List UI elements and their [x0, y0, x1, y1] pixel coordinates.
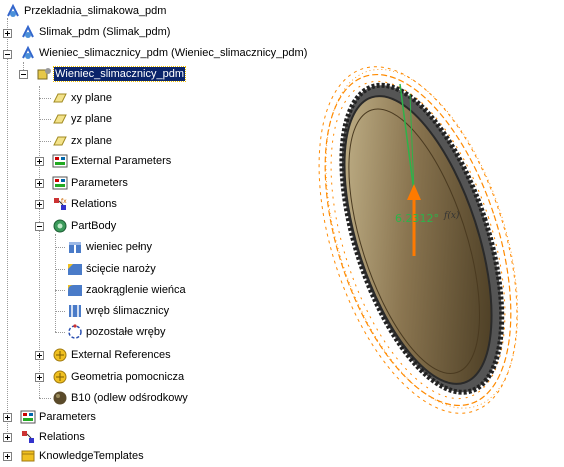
tree-node-label: External Parameters [71, 155, 172, 167]
product-icon [20, 45, 36, 61]
tree-node-yz-plane[interactable]: yz plane [52, 110, 113, 128]
tree-node-wieniec-part[interactable]: Wieniec_slimacznicy_pdm [36, 65, 186, 83]
tree-node-label: Parameters [71, 177, 128, 189]
pad-icon [67, 239, 83, 255]
parameters-icon [52, 153, 68, 169]
tree-branch-line [55, 311, 65, 312]
circular-pattern-icon [67, 324, 83, 340]
tree-node-label: Relations [39, 431, 85, 443]
tree-node-label: wręb ślimacznicy [86, 305, 170, 317]
expand-toggle-root-parameters[interactable] [3, 413, 12, 422]
tree-node-xy-plane[interactable]: xy plane [52, 89, 113, 107]
knowledge-templates-icon [20, 448, 36, 464]
tree-node-knowledge-templates[interactable]: KnowledgeTemplates [20, 447, 145, 465]
tree-node-label: xy plane [71, 92, 112, 104]
formula-indicator[interactable]: f(x) [443, 210, 460, 221]
material-icon [52, 390, 68, 406]
tree-node-relations[interactable]: fx Relations [52, 195, 118, 213]
tree-node-label: Parameters [39, 411, 96, 423]
relations-icon [20, 429, 36, 445]
tree-node-root-relations[interactable]: Relations [20, 428, 86, 446]
part-icon [36, 66, 52, 82]
tree-node-label: pozostałe wręby [86, 326, 166, 338]
product-icon [20, 24, 36, 40]
tree-node-groove[interactable]: wręb ślimacznicy [67, 302, 170, 320]
tree-node-label: PartBody [71, 220, 117, 232]
expand-toggle-geometria[interactable] [35, 373, 44, 382]
tree-node-label: B10 (odlew odśrodkowy [71, 392, 188, 404]
parameters-icon [52, 175, 68, 191]
plane-icon [52, 111, 68, 127]
tree-node-material[interactable]: B10 (odlew odśrodkowy [52, 389, 189, 407]
tree-branch-line [55, 332, 65, 333]
tree-node-external-parameters[interactable]: External Parameters [52, 152, 172, 170]
tree-node-label-selected: Wieniec_slimacznicy_pdm [53, 66, 186, 82]
tree-node-label: yz plane [71, 113, 112, 125]
tree-branch-line [55, 269, 65, 270]
expand-toggle-knowledge-templates[interactable] [3, 452, 12, 461]
tree-node-chamfer[interactable]: ścięcie naroży [67, 260, 157, 278]
expand-toggle-parameters[interactable] [35, 179, 44, 188]
chamfer-icon [67, 261, 83, 277]
tree-node-geometrical-set[interactable]: Geometria pomocnicza [52, 368, 185, 386]
tree-branch-line [39, 119, 51, 120]
tree-node-root-parameters[interactable]: Parameters [20, 408, 97, 426]
tree-branch-line [55, 290, 65, 291]
tree-node-label: zaokrąglenie wieńca [86, 284, 186, 296]
tree-node-label: ścięcie naroży [86, 263, 156, 275]
tree-node-label: wieniec pełny [86, 241, 153, 253]
tree-node-root-product[interactable]: Przekladnia_slimakowa_pdm [5, 2, 167, 20]
tree-branch-line [55, 247, 65, 248]
3d-viewport[interactable]: 6.2312° f(x) [300, 60, 564, 460]
tree-node-label: Slimak_pdm (Slimak_pdm) [39, 26, 171, 38]
tree-branch-line [39, 98, 51, 99]
external-references-icon [52, 347, 68, 363]
collapse-toggle-wieniec[interactable] [3, 50, 12, 59]
tree-node-label: KnowledgeTemplates [39, 450, 144, 462]
tree-node-zx-plane[interactable]: zx plane [52, 132, 113, 150]
tree-node-label: Relations [71, 198, 117, 210]
tree-node-label: Geometria pomocnicza [71, 371, 185, 383]
tree-node-pad[interactable]: wieniec pełny [67, 238, 153, 256]
expand-toggle-external-references[interactable] [35, 351, 44, 360]
product-icon [5, 3, 21, 19]
tree-branch-line [39, 141, 51, 142]
groove-icon [67, 303, 83, 319]
tree-node-label: zx plane [71, 135, 112, 147]
tree-branch-line [39, 398, 51, 399]
tree-node-parameters[interactable]: Parameters [52, 174, 129, 192]
tree-branch-line [55, 234, 56, 332]
specification-tree: Przekladnia_slimakowa_pdm Slimak_pdm (Sl… [0, 0, 307, 465]
fillet-icon [67, 282, 83, 298]
angle-readout: 6.2312° [395, 212, 439, 225]
parameters-icon [20, 409, 36, 425]
plane-icon [52, 90, 68, 106]
tree-node-slimak[interactable]: Slimak_pdm (Slimak_pdm) [20, 23, 171, 41]
geometrical-set-icon [52, 369, 68, 385]
tree-node-external-references[interactable]: External References [52, 346, 172, 364]
collapse-toggle-part[interactable] [19, 70, 28, 79]
expand-toggle-slimak[interactable] [3, 29, 12, 38]
expand-toggle-external-parameters[interactable] [35, 157, 44, 166]
tree-node-label: Przekladnia_slimakowa_pdm [24, 5, 167, 17]
plane-icon [52, 133, 68, 149]
partbody-icon [52, 218, 68, 234]
svg-text:fx: fx [61, 198, 67, 205]
tree-node-fillet[interactable]: zaokrąglenie wieńca [67, 281, 187, 299]
tree-node-label: Wieniec_slimacznicy_pdm (Wieniec_slimacz… [39, 47, 308, 59]
expand-toggle-root-relations[interactable] [3, 433, 12, 442]
expand-toggle-relations[interactable] [35, 200, 44, 209]
tree-node-circular-pattern[interactable]: pozostałe wręby [67, 323, 167, 341]
tree-node-partbody[interactable]: PartBody [52, 217, 117, 235]
collapse-toggle-partbody[interactable] [35, 222, 44, 231]
tree-node-wieniec-instance[interactable]: Wieniec_slimacznicy_pdm (Wieniec_slimacz… [20, 44, 308, 62]
tree-node-label: External References [71, 349, 171, 361]
relations-icon: fx [52, 196, 68, 212]
tree-branch-line [7, 18, 8, 438]
